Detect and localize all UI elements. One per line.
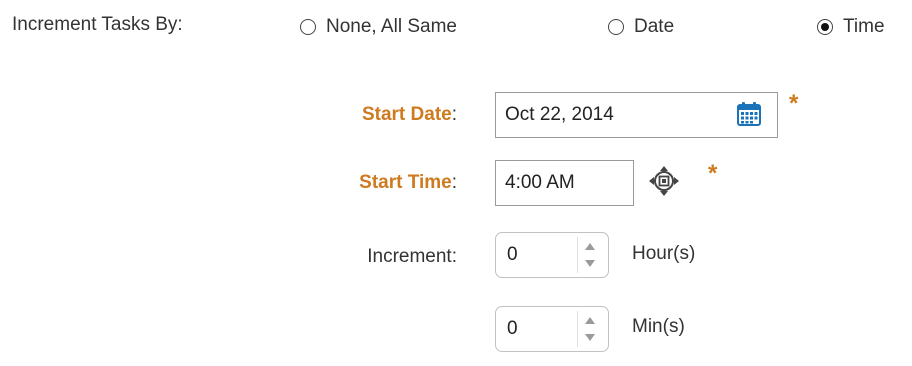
radio-button-date[interactable]: [608, 19, 624, 35]
radio-selected-dot: [821, 23, 829, 31]
radio-label-time[interactable]: Time: [843, 16, 885, 38]
radio-option-date[interactable]: Date: [608, 14, 674, 40]
start-time-label-colon: :: [451, 172, 457, 193]
hours-increase-button[interactable]: [579, 238, 601, 255]
radio-label-none-all-same[interactable]: None, All Same: [326, 16, 457, 38]
start-time-input[interactable]: 4:00 AM: [495, 160, 634, 206]
increment-tasks-by-label: Increment Tasks By:: [12, 14, 183, 35]
radio-label-date[interactable]: Date: [634, 16, 674, 38]
start-time-value[interactable]: 4:00 AM: [505, 172, 575, 194]
calendar-icon[interactable]: [736, 101, 762, 127]
start-time-label-text: Start Time: [359, 172, 452, 193]
hours-unit-label: Hour(s): [632, 243, 696, 264]
hours-stepper[interactable]: 0: [495, 232, 609, 278]
increment-amount-label: Increment:: [367, 246, 457, 267]
start-date-label-colon: :: [451, 104, 457, 125]
radio-button-none-all-same[interactable]: [300, 19, 316, 35]
radio-option-none-all-same[interactable]: None, All Same: [300, 14, 457, 40]
time-picker-icon[interactable]: [647, 164, 681, 198]
minutes-decrease-button[interactable]: [579, 329, 601, 346]
minutes-increase-button[interactable]: [579, 312, 601, 329]
start-date-label-text: Start Date: [361, 104, 452, 125]
hours-spin-buttons: [577, 237, 602, 273]
start-time-required-star: *: [708, 160, 718, 187]
hours-value[interactable]: 0: [496, 244, 577, 266]
start-date-value[interactable]: Oct 22, 2014: [505, 104, 614, 126]
hours-decrease-button[interactable]: [579, 255, 601, 272]
start-date-required-star: *: [789, 90, 799, 117]
arrow-down-icon: [585, 334, 595, 341]
arrow-up-icon: [585, 317, 595, 324]
minutes-spin-buttons: [577, 311, 602, 347]
arrow-up-icon: [585, 243, 595, 250]
radio-button-time[interactable]: [817, 19, 833, 35]
minutes-stepper[interactable]: 0: [495, 306, 609, 352]
start-date-label: Start Date:: [362, 104, 457, 126]
minutes-unit-label: Min(s): [632, 316, 685, 337]
radio-option-time[interactable]: Time: [817, 14, 885, 40]
minutes-value[interactable]: 0: [496, 318, 577, 340]
arrow-down-icon: [585, 260, 595, 267]
start-time-label: Start Time:: [359, 172, 457, 194]
